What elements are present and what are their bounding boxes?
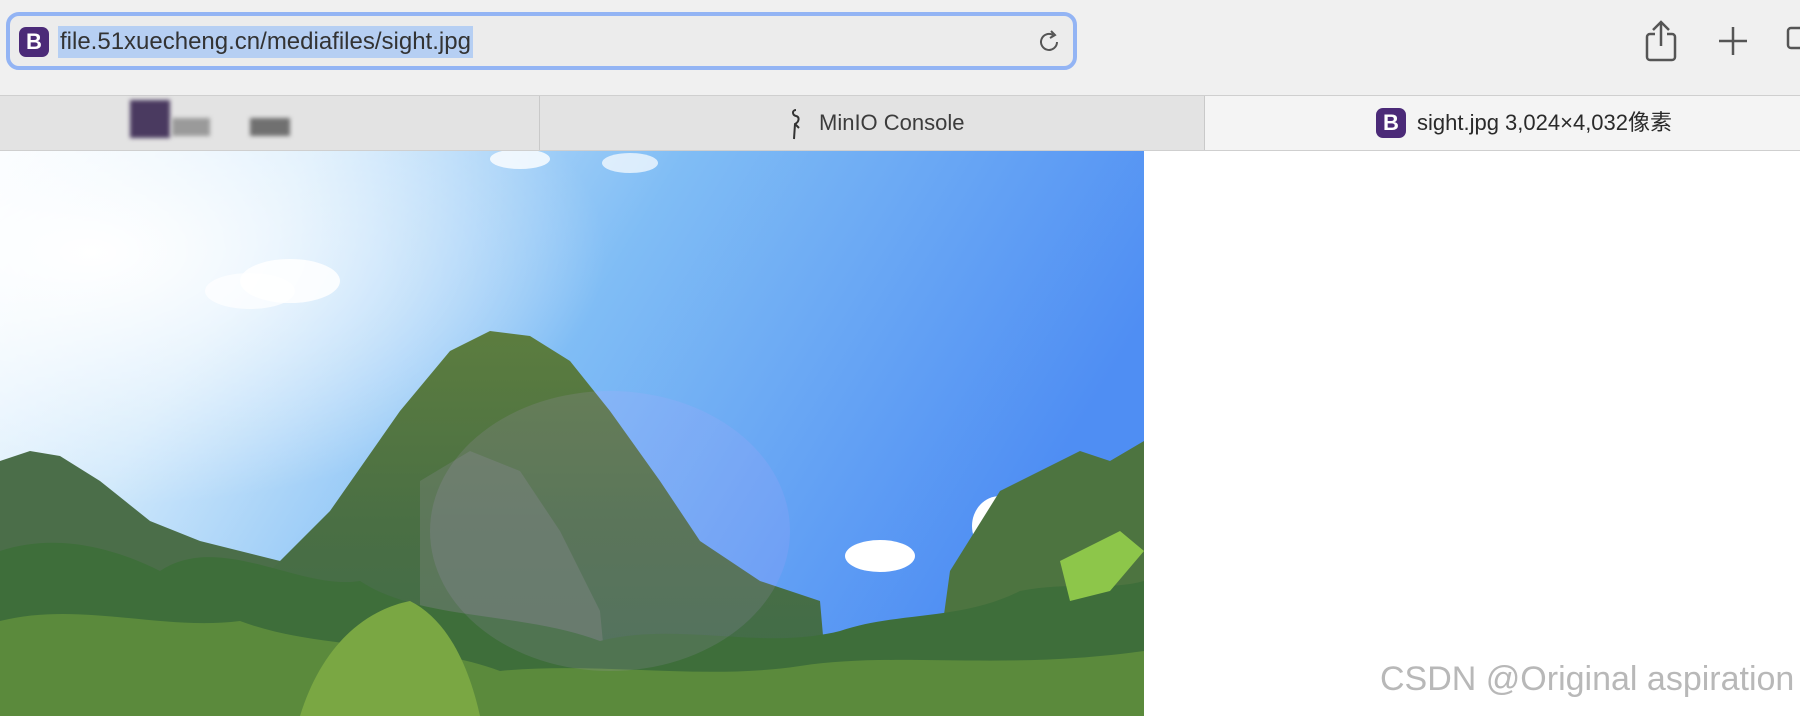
share-icon[interactable] [1640,18,1682,64]
tab-strip: MinIO Console B sight.jpg 3,024×4,032像素 [0,95,1800,151]
tab-title: MinIO Console [819,110,965,135]
tab-blurred[interactable] [0,96,540,150]
minio-bird-icon [792,109,800,140]
mountain-photo[interactable] [0,151,1144,716]
tab-title: sight.jpg 3,024×4,032像素 [1417,110,1673,135]
site-favicon-icon: B [1376,108,1406,138]
tab-sight-jpg[interactable]: B sight.jpg 3,024×4,032像素 [1205,96,1800,150]
address-bar[interactable]: B file.51xuecheng.cn/mediafiles/sight.jp… [6,12,1077,70]
browser-toolbar: B file.51xuecheng.cn/mediafiles/sight.jp… [0,0,1800,95]
reload-icon[interactable] [1035,28,1063,56]
plus-icon[interactable] [1712,18,1754,64]
image-viewer [0,151,1800,716]
tab-minio-console[interactable]: MinIO Console [540,96,1205,150]
watermark: CSDN @Original aspiration [1380,660,1795,698]
blurred-title-part [250,118,290,136]
site-favicon-icon: B [19,27,49,57]
url-text[interactable]: file.51xuecheng.cn/mediafiles/sight.jpg [58,26,473,58]
blurred-title-part [172,118,210,136]
blurred-favicon [130,100,170,138]
tab-overview-icon[interactable] [1786,18,1800,64]
